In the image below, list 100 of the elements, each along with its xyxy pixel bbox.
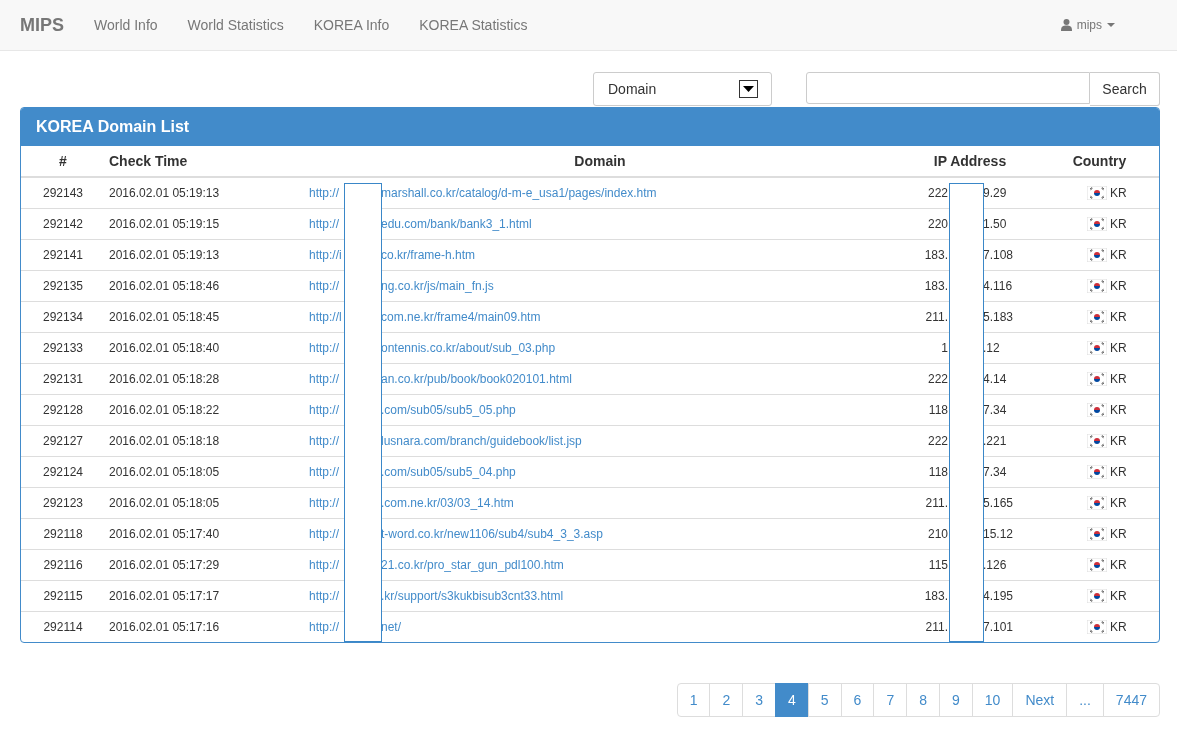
table-cell: 292116 [21,549,105,581]
domain-link[interactable]: .com/sub05/sub5_05.php [381,403,516,417]
nav-link[interactable]: World Statistics [187,17,284,33]
nav-link[interactable]: KOREA Info [313,17,390,33]
table-cell-text: 222 [926,372,948,386]
domain-link[interactable]: ng.co.kr/js/main_fn.js [381,279,494,293]
page-link[interactable]: 8 [906,683,940,717]
domain-link[interactable]: http:// [309,465,340,479]
flag-icon [1087,465,1107,479]
flag-icon [1087,279,1107,293]
domain-link[interactable]: http:// [309,403,340,417]
domain-link[interactable]: .com/sub05/sub5_04.php [381,465,516,479]
table-cell-text: 7.101 [983,620,1015,634]
domain-link[interactable]: t-word.co.kr/new1106/sub4/sub4_3_3.asp [381,527,603,541]
column-header: Check Time [105,146,300,177]
domain-link[interactable]: http:// [309,217,340,231]
table-cell-text: 15.12 [983,527,1015,541]
domain-link[interactable]: http:// [309,434,340,448]
flag-icon [1087,310,1107,324]
flag-icon [1087,403,1107,417]
page-link[interactable]: 9 [939,683,973,717]
domain-link[interactable]: edu.com/bank/bank3_1.html [381,217,532,231]
country-code: KR [1110,279,1127,293]
page-link[interactable]: 10 [971,683,1014,717]
panel-title: KOREA Domain List [36,118,190,136]
table-cell: 292141 [21,239,105,271]
nav-link[interactable]: KOREA Statistics [419,17,528,33]
table-cell-text: 4.116 [983,279,1014,293]
table-cell-text: 7.34 [983,465,1008,479]
domain-link[interactable]: 21.co.kr/pro_star_gun_pdl100.htm [381,558,564,572]
domain-link[interactable]: http://i [309,248,342,262]
domain-link[interactable]: http:// [309,558,340,572]
domain-link[interactable]: .kr/support/s3kukbisub3cnt33.html [381,589,564,603]
domain-link[interactable]: http://l [309,310,342,324]
table-cell-text: 183. [923,248,948,262]
country-code: KR [1110,558,1127,572]
country-code: KR [1110,589,1127,603]
nav-link[interactable]: World Info [94,17,158,33]
table-cell: 2016.02.01 05:17:16 [105,611,300,642]
domain-link[interactable]: http:// [309,279,340,293]
brand-logo[interactable]: MIPS [20,14,64,36]
domain-link[interactable]: http:// [309,186,340,200]
table-cell: 2016.02.01 05:18:18 [105,425,300,457]
domain-link[interactable]: marshall.co.kr/catalog/d-m-e_usa1/pages/index.htm [381,186,657,200]
page-link[interactable]: 7447 [1102,683,1160,717]
domain-link[interactable]: co.kr/frame-h.htm [381,248,476,262]
flag-icon [1087,248,1107,262]
table-cell-text: 118 [927,403,948,417]
table-cell: 292118 [21,518,105,550]
domain-link[interactable]: lusnara.com/branch/guidebook/list.jsp [381,434,582,448]
country-code: KR [1110,372,1127,386]
page-link[interactable]: 6 [840,683,875,717]
page-link[interactable]: ... [1066,683,1104,717]
search-button[interactable]: Search [1090,72,1160,106]
table-cell: 292124 [21,456,105,488]
domain-link[interactable]: http:// [309,341,340,355]
table-cell: 2016.02.01 05:19:13 [105,239,300,271]
domain-link[interactable]: ontennis.co.kr/about/sub_03.php [381,341,556,355]
domain-link[interactable]: com.ne.kr/frame4/main09.htm [381,310,541,324]
table-cell: 292128 [21,394,105,426]
table-cell-text: 7.34 [983,403,1008,417]
table-cell: 2016.02.01 05:17:40 [105,518,300,550]
domain-link[interactable]: net/ [381,620,401,634]
table-cell: 292115 [21,580,105,612]
country-code: KR [1110,186,1127,200]
flag-icon [1087,341,1107,355]
country-code: KR [1110,496,1127,510]
table-cell: 2016.02.01 05:17:29 [105,549,300,581]
page-link[interactable]: 5 [807,683,842,717]
domain-link[interactable]: an.co.kr/pub/book/book020101.html [381,372,572,386]
flag-icon [1087,186,1107,200]
page-link[interactable]: Next [1012,683,1068,717]
user-menu[interactable]: mips [1060,18,1115,32]
table-cell-text: 211. [924,310,948,324]
page-link[interactable]: 7 [873,683,908,717]
table-cell-text: 9.29 [983,186,1008,200]
domain-link[interactable]: http:// [309,372,340,386]
table-cell: 2016.02.01 05:18:40 [105,332,300,364]
table-cell: 2016.02.01 05:18:05 [105,456,300,488]
page-link[interactable]: 1 [676,683,711,717]
page-link[interactable]: 3 [742,683,776,717]
table-cell: 292134 [21,301,105,333]
flag-icon [1087,558,1107,572]
table-cell: 292143 [21,177,105,209]
domain-link[interactable]: http:// [309,496,340,510]
country-code: KR [1110,341,1127,355]
domain-select[interactable]: Domain [593,72,772,106]
column-header: # [21,146,105,177]
search-field[interactable] [806,72,1090,104]
domain-link[interactable]: http:// [309,589,340,603]
domain-link[interactable]: http:// [309,620,340,634]
table-cell-text: 210 [926,527,948,541]
page-link[interactable]: 4 [775,683,809,717]
domain-link[interactable]: http:// [309,527,340,541]
table-cell-text: 183. [923,589,948,603]
column-header: Domain [300,146,900,177]
page-link[interactable]: 2 [709,683,744,717]
domain-link[interactable]: .com.ne.kr/03/03_14.htm [381,496,514,510]
country-code: KR [1110,217,1127,231]
table-cell-text: .221 [983,434,1008,448]
